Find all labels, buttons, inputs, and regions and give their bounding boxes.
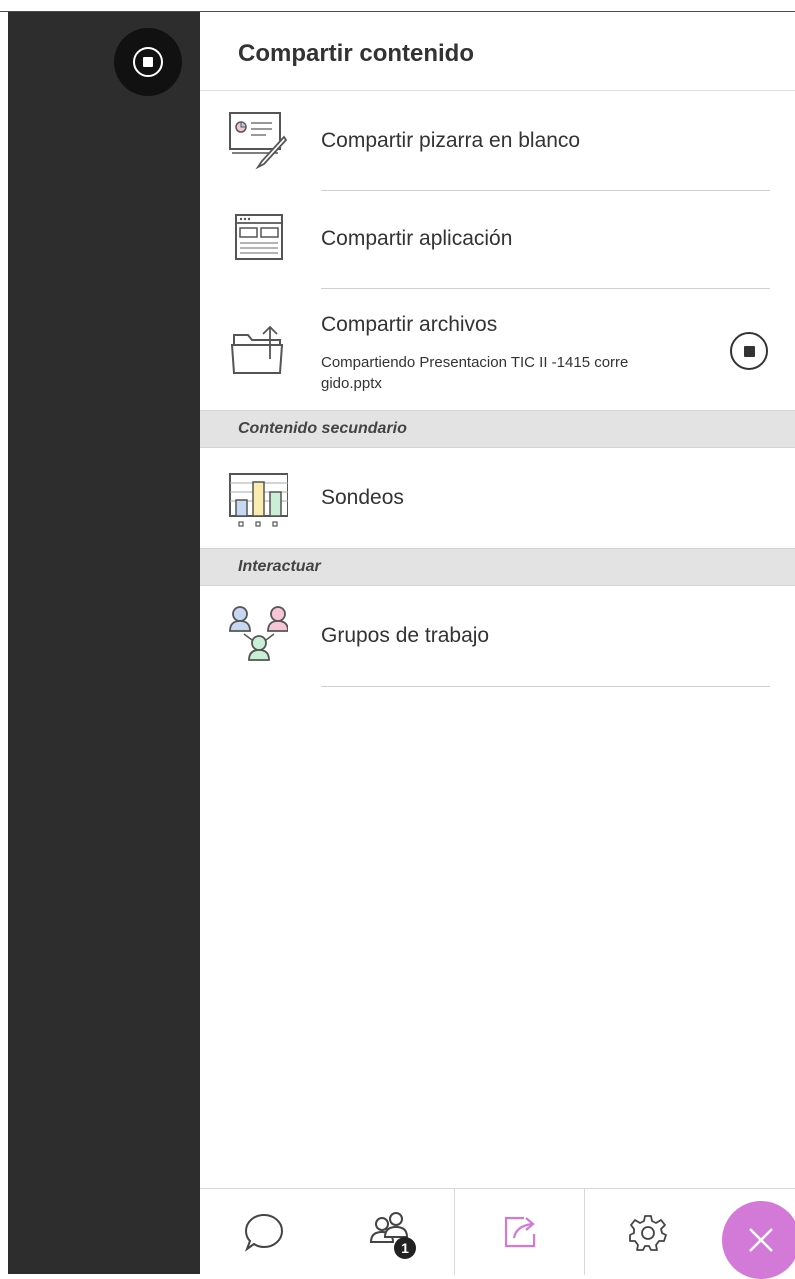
- record-icon: [133, 47, 163, 77]
- divider: [321, 686, 770, 687]
- bottom-tab-bar: 1: [200, 1188, 795, 1279]
- stop-sharing-icon: [743, 345, 755, 357]
- share-whiteboard-label: Compartir pizarra en blanco: [321, 129, 581, 152]
- breakout-groups-icon: [229, 606, 288, 661]
- share-content-panel: Compartir contenido Compartir pizarra en…: [200, 12, 795, 1279]
- sharing-status-line: gido.pptx: [321, 375, 382, 392]
- settings-gear-icon: [629, 1215, 667, 1251]
- tab-attendees[interactable]: 1: [328, 1189, 454, 1275]
- session-stage: [8, 12, 200, 1274]
- tab-settings[interactable]: [585, 1189, 711, 1275]
- panel-title: Compartir contenido: [238, 40, 475, 67]
- record-button[interactable]: [114, 28, 182, 96]
- attendees-icon: 1: [366, 1207, 416, 1259]
- share-application-item[interactable]: Compartir aplicación: [200, 191, 795, 289]
- polls-chart-icon: [229, 473, 288, 527]
- share-files-label: Compartir archivos: [321, 313, 498, 336]
- tab-chat[interactable]: [200, 1189, 328, 1275]
- left-margin: [0, 12, 8, 1274]
- close-panel-button[interactable]: [722, 1201, 795, 1279]
- sharing-status-text: Compartiendo Presentacion TIC II -1415 c…: [321, 352, 761, 394]
- application-window-icon: [235, 214, 283, 260]
- chat-bubble-icon: [244, 1213, 284, 1252]
- section-header-label: Contenido secundario: [238, 420, 407, 437]
- attendees-count-badge: 1: [394, 1237, 416, 1259]
- sharing-status-line: Compartiendo Presentacion TIC II -1415 c…: [321, 354, 629, 371]
- tab-share-content[interactable]: [454, 1189, 585, 1275]
- whiteboard-icon: [229, 112, 288, 170]
- breakout-groups-label: Grupos de trabajo: [321, 624, 490, 647]
- share-application-label: Compartir aplicación: [321, 227, 513, 250]
- section-header-secondary-content: Contenido secundario: [200, 410, 795, 448]
- share-content-icon: [504, 1216, 535, 1248]
- stop-sharing-button[interactable]: [730, 332, 768, 370]
- section-header-label: Interactuar: [238, 558, 321, 575]
- section-header-interact: Interactuar: [200, 548, 795, 586]
- folder-upload-icon: [230, 325, 284, 374]
- polls-item[interactable]: Sondeos: [200, 448, 795, 548]
- close-icon: [749, 1228, 773, 1252]
- polls-label: Sondeos: [321, 486, 404, 509]
- breakout-groups-item[interactable]: Grupos de trabajo: [200, 586, 795, 688]
- share-whiteboard-item[interactable]: Compartir pizarra en blanco: [200, 91, 795, 191]
